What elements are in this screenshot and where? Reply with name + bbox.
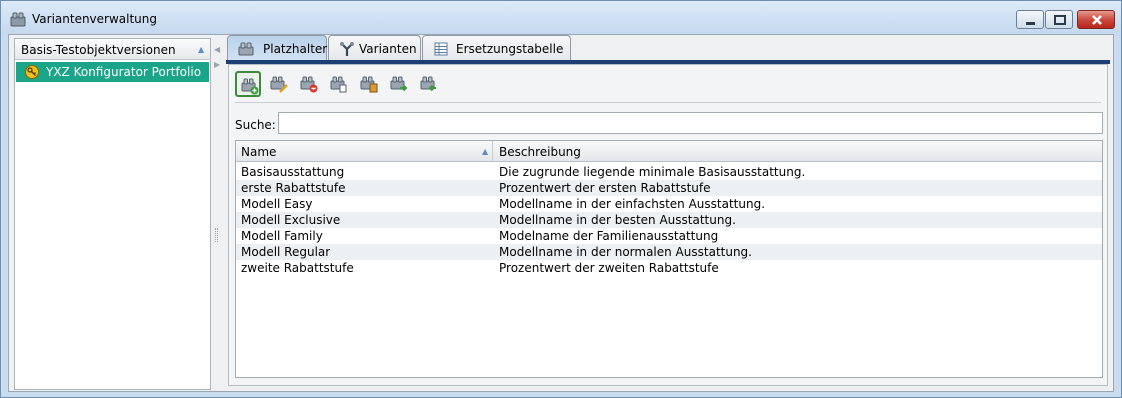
column-header-label: Name [241,145,277,159]
column-header-description[interactable]: Beschreibung [494,141,1102,161]
list-item-label: YXZ Konfigurator Portfolio [46,65,202,79]
table-row[interactable]: Modell Regular Modellname in der normale… [236,244,1102,260]
table-icon [434,42,448,56]
cell-description: Prozentwert der zweiten Rabattstufe [499,261,719,275]
table-row[interactable]: Modell Exclusive Modellname in der beste… [236,212,1102,228]
lego-brick-icon [10,12,26,27]
cell-description: Modellname in der normalen Ausstattung. [499,245,752,259]
table-row[interactable]: Modell Family Modelname der Familienauss… [236,228,1102,244]
brick-import-icon [390,76,408,92]
cell-name: erste Rabattstufe [241,181,346,195]
brick-delete-icon [300,76,318,93]
window-title: Variantenverwaltung [32,12,158,26]
table-header: Name ▲ Beschreibung [236,141,1102,162]
minimize-icon [1026,22,1035,25]
tab-platzhalter[interactable]: Platzhalter [227,35,327,62]
close-button[interactable] [1077,10,1115,29]
add-placeholder-button[interactable] [235,71,261,97]
close-icon [1092,15,1102,25]
export-placeholder-button[interactable] [416,71,442,97]
minimize-button[interactable] [1016,10,1044,29]
tab-varianten[interactable]: Varianten [328,35,421,61]
brick-paste-icon [360,76,378,93]
sort-ascending-icon: ▲ [198,45,205,54]
maximize-button[interactable] [1045,10,1073,29]
cell-description: Modellname in der einfachsten Ausstattun… [499,197,766,211]
cell-name: Modell Easy [241,197,313,211]
table-row[interactable]: Basisausstattung Die zugrunde liegende m… [236,164,1102,180]
cell-name: Modell Regular [241,245,331,259]
table-row[interactable]: zweite Rabattstufe Prozentwert der zweit… [236,260,1102,276]
client-area: Basis-Testobjektversionen ▲ YXZ Konfigur… [8,34,1114,392]
search-input[interactable] [278,112,1103,134]
import-placeholder-button[interactable] [386,71,412,97]
column-header-name[interactable]: Name ▲ [236,141,493,161]
brick-add-icon [241,78,259,95]
base-versions-header-label: Basis-Testobjektversionen [21,43,176,57]
list-item[interactable]: YXZ Konfigurator Portfolio [16,62,209,82]
collapse-left-icon[interactable]: ◀ [214,45,220,54]
placeholder-tab-content: Suche: Name ▲ Beschreibung Basisausstatt… [228,64,1108,386]
column-header-label: Beschreibung [499,145,581,159]
application-window: Variantenverwaltung Basis-Testobjektvers… [0,0,1122,398]
cell-name: zweite Rabattstufe [241,261,354,275]
tab-label: Varianten [359,42,417,56]
lego-brick-icon [238,42,254,56]
cell-name: Modell Exclusive [241,213,341,227]
edit-placeholder-button[interactable] [266,71,292,97]
maximize-icon [1054,15,1066,25]
fork-icon [340,42,354,56]
table-row[interactable]: Modell Easy Modellname in der einfachste… [236,196,1102,212]
title-bar[interactable]: Variantenverwaltung [1,1,1121,36]
key-icon [25,65,39,79]
panel-splitter[interactable]: ◀ ▶ [212,38,221,390]
brick-edit-icon [270,76,288,93]
paste-placeholder-button[interactable] [356,71,382,97]
brick-copy-icon [330,76,347,93]
sort-ascending-icon: ▲ [482,147,489,156]
cell-name: Basisausstattung [241,165,345,179]
tab-label: Ersetzungstabelle [456,42,564,56]
cell-description: Prozentwert der ersten Rabattstufe [499,181,711,195]
cell-description: Modellname in der besten Ausstattung. [499,213,736,227]
placeholder-table: Name ▲ Beschreibung Basisausstattung Die… [235,140,1103,378]
brick-export-icon [420,76,436,92]
cell-description: Die zugrunde liegende minimale Basisauss… [499,165,806,179]
tab-label: Platzhalter [263,42,328,56]
base-versions-panel: Basis-Testobjektversionen ▲ YXZ Konfigur… [14,38,211,390]
delete-placeholder-button[interactable] [296,71,322,97]
tab-ersetzungstabelle[interactable]: Ersetzungstabelle [422,35,571,61]
cell-description: Modelname der Familienausstattung [499,229,719,243]
expand-right-icon[interactable]: ▶ [214,60,220,69]
cell-name: Modell Family [241,229,323,243]
table-row[interactable]: erste Rabattstufe Prozentwert der ersten… [236,180,1102,196]
search-label: Suche: [235,118,276,132]
splitter-grip-icon[interactable] [215,228,218,242]
base-versions-header[interactable]: Basis-Testobjektversionen ▲ [15,39,210,60]
toolbar-divider [235,102,1101,103]
copy-placeholder-button[interactable] [326,71,352,97]
